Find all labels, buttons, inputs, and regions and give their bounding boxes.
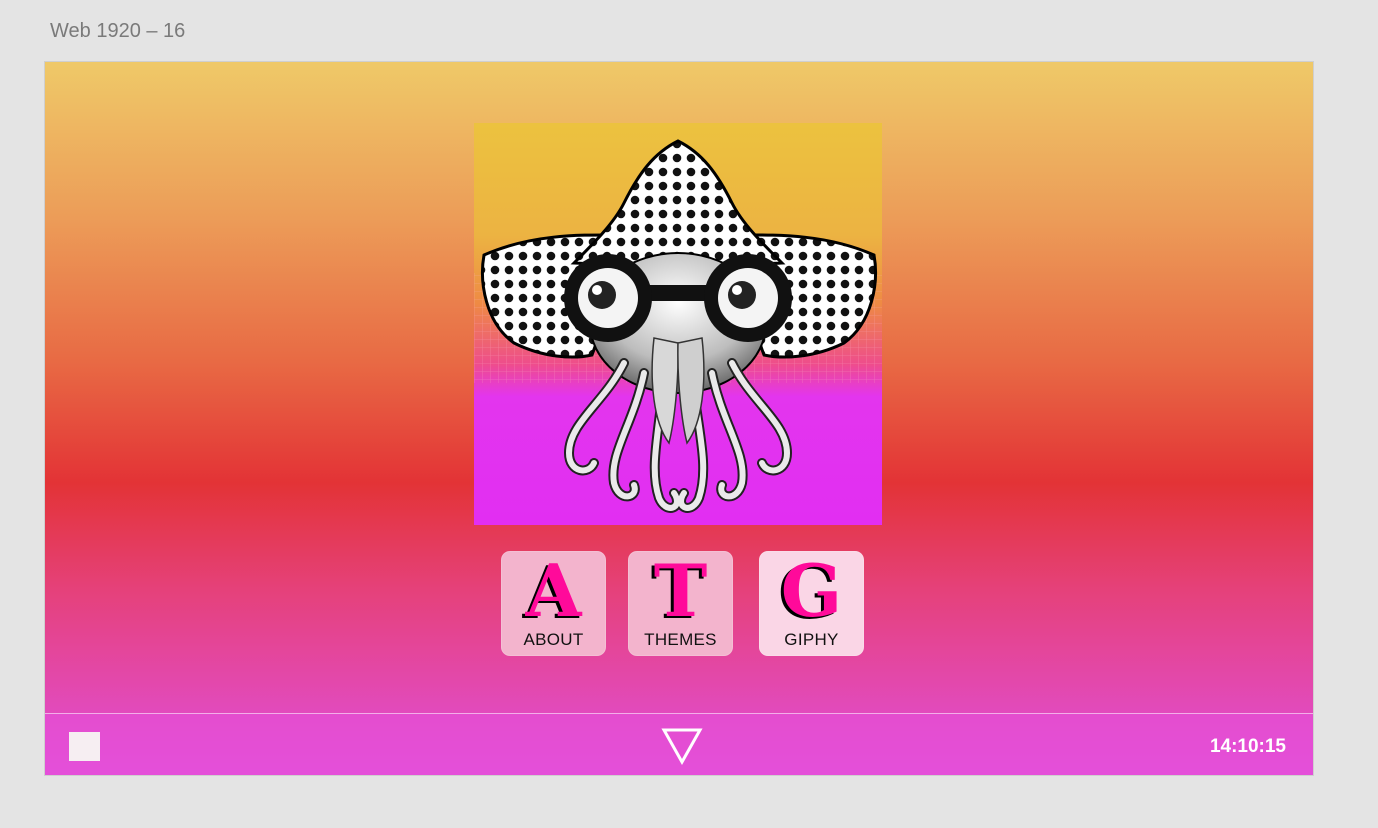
clock: 14:10:15 <box>1209 736 1286 757</box>
themes-tile-letter: T <box>653 548 708 633</box>
giphy-tile-label: GIPHY <box>784 630 839 649</box>
giphy-tile-letter: G <box>780 548 843 633</box>
taskbar: 14:10:15 <box>45 713 1313 775</box>
triangle-down-icon[interactable] <box>661 726 703 766</box>
about-tile[interactable]: A ABOUT <box>501 551 606 656</box>
giphy-tile[interactable]: G GIPHY <box>759 551 864 656</box>
about-tile-letter: A <box>525 548 582 633</box>
themes-tile[interactable]: T THEMES <box>628 551 733 656</box>
themes-tile-label: THEMES <box>644 630 717 649</box>
artboard-label: Web 1920 – 16 <box>50 20 186 42</box>
app-tiles: A ABOUT T THEMES G GIPHY <box>501 551 865 657</box>
square-icon[interactable] <box>69 732 100 761</box>
squid-illustration <box>474 123 882 525</box>
hero-image <box>474 123 882 525</box>
desktop: A ABOUT T THEMES G GIPHY 14:10:15 <box>44 61 1314 776</box>
about-tile-label: ABOUT <box>523 630 584 649</box>
